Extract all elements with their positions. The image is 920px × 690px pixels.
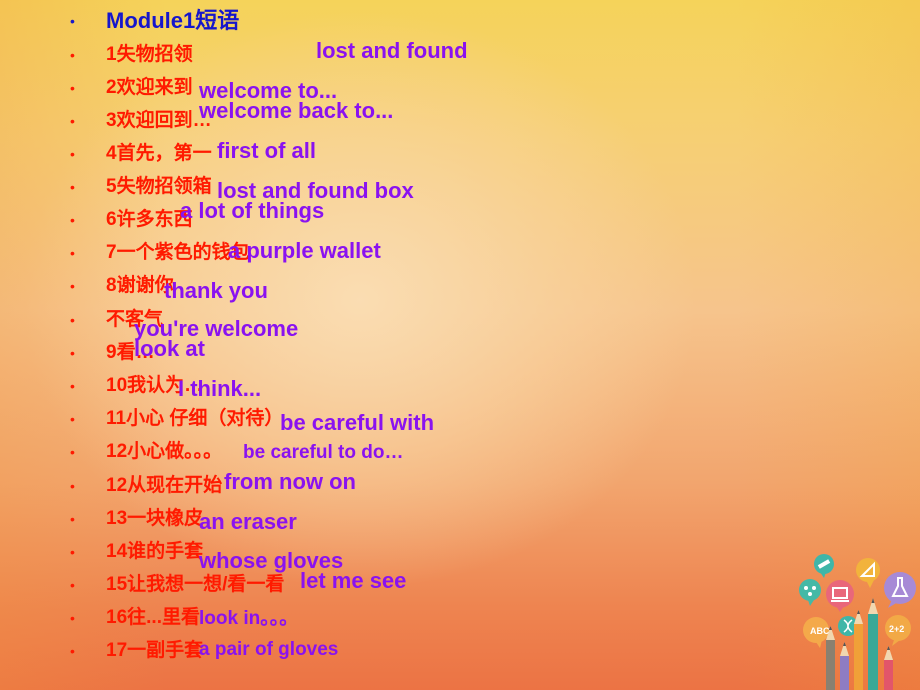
phrase-chinese: 15让我想一想/看一看 xyxy=(106,574,285,595)
bullet: • xyxy=(70,179,75,195)
bullet: • xyxy=(70,113,75,129)
speech-bubble-math-icon: 2+2 xyxy=(885,615,911,646)
bullet: • xyxy=(70,212,75,228)
phrase-english-11: I think... xyxy=(178,376,262,401)
bullet: • xyxy=(70,511,75,527)
bullet: • xyxy=(70,146,75,162)
phrase-chinese: 2欢迎来到 xyxy=(106,77,193,98)
bullet: • xyxy=(70,610,75,626)
pencil-teal-icon xyxy=(868,598,878,690)
bullet: • xyxy=(70,544,75,560)
phrase-chinese: 17一副手套 xyxy=(106,640,204,661)
bullet: • xyxy=(70,345,75,361)
phrase-english-7: a purple wallet xyxy=(228,238,381,263)
bullet: • xyxy=(70,278,75,294)
phrase-english-18: look in。。。 xyxy=(199,608,299,629)
bullet: • xyxy=(70,444,75,460)
phrase-chinese: 11小心 仔细（对待） xyxy=(106,408,284,429)
phrase-english-1: lost and found xyxy=(316,38,468,63)
bullet: • xyxy=(70,643,75,659)
phrase-chinese: 1失物招领 xyxy=(106,44,193,65)
bullet: • xyxy=(70,13,75,29)
phrase-chinese: 16往...里看 xyxy=(106,607,200,628)
phrase-english-13: be careful to do… xyxy=(243,442,404,463)
phrase-english-4: first of all xyxy=(217,138,317,163)
phrase-english-6: a lot of things xyxy=(180,198,325,223)
phrase-chinese: 12从现在开始 xyxy=(106,475,223,496)
phrase-english-12: be careful with xyxy=(280,410,435,435)
speech-bubble-ruler-icon xyxy=(814,554,834,578)
phrase-english-15: an eraser xyxy=(199,509,297,534)
phrase-english-10: look at xyxy=(134,336,205,361)
phrase-chinese: 12小心做。。。 xyxy=(106,441,223,462)
education-pencils-illustration: ABC 2+2 xyxy=(799,554,916,690)
phrase-english-14: from now on xyxy=(224,469,356,494)
pencil-red-icon xyxy=(884,646,893,690)
speech-bubble-flask-icon xyxy=(884,572,916,608)
bullet: • xyxy=(70,577,75,593)
phrase-english-3: welcome back to... xyxy=(199,98,394,123)
bullet: • xyxy=(70,378,75,394)
bullet: • xyxy=(70,312,75,328)
speech-bubble-molecule-icon xyxy=(799,579,821,606)
phrase-english-17: let me see xyxy=(300,568,407,593)
phrase-chinese: 13一块橡皮 xyxy=(106,508,204,529)
pencil-purple-icon xyxy=(840,642,849,690)
speech-bubble-computer-icon xyxy=(826,580,854,612)
slide-title: Module1短语 xyxy=(106,8,240,33)
svg-text:2+2: 2+2 xyxy=(889,624,904,634)
bullet: • xyxy=(70,411,75,427)
speech-bubble-triangle-icon xyxy=(856,558,880,588)
phrase-english-8: thank you xyxy=(164,278,268,303)
phrase-chinese: 14谁的手套 xyxy=(106,541,204,562)
svg-text:ABC: ABC xyxy=(810,626,830,636)
phrase-chinese: 3欢迎回到… xyxy=(106,110,212,131)
phrase-chinese: 4首先，第一 xyxy=(106,143,212,164)
speech-bubble-abc-icon: ABC xyxy=(803,617,830,648)
bullet: • xyxy=(70,245,75,261)
bullet: • xyxy=(70,478,75,494)
phrase-english-19: a pair of gloves xyxy=(199,639,339,660)
bullet: • xyxy=(70,80,75,96)
pencil-orange-icon xyxy=(854,610,863,690)
bullet: • xyxy=(70,47,75,63)
